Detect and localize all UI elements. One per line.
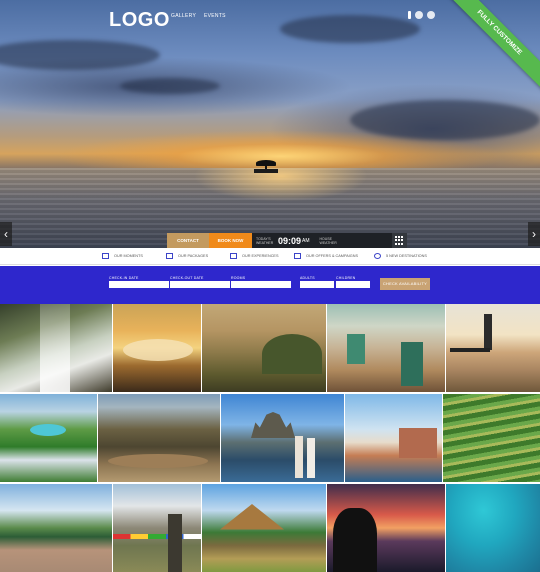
gallery-photo-angkor[interactable]	[221, 394, 344, 482]
feature-experiences[interactable]: OUR EXPERIENCES	[230, 253, 294, 259]
destinations-icon	[374, 253, 381, 259]
gallery-photo-waterfall[interactable]	[0, 304, 112, 392]
clock-time: 09:09	[278, 235, 302, 246]
experiences-icon	[230, 253, 237, 259]
gallery-photo-street-shops[interactable]	[327, 304, 445, 392]
grid-menu-icon[interactable]	[392, 233, 407, 248]
checkin-field: CHECK-IN DATE	[109, 276, 169, 288]
feature-packages[interactable]: OUR PACKAGES	[166, 253, 230, 259]
contact-button[interactable]: CONTACT	[167, 233, 209, 248]
feature-offers[interactable]: OUR OFFERS & CAMPAIGNS	[294, 253, 374, 259]
user-icon[interactable]	[415, 11, 423, 19]
chevron-right-icon[interactable]: ›	[528, 222, 540, 246]
divider-icon	[408, 11, 411, 19]
checkin-input[interactable]	[109, 281, 169, 288]
cloud-shape	[0, 40, 160, 70]
feature-links: OUR MOMENTS OUR PACKAGES OUR EXPERIENCES…	[0, 248, 540, 265]
hero-banner: LOGO GALLERY EVENTS FULLY CUSTOMIZE ‹ › …	[0, 0, 540, 248]
nav-gallery[interactable]: GALLERY	[171, 13, 196, 19]
cloud-shape	[350, 100, 540, 140]
cloud-shape	[120, 78, 220, 94]
availability-search-bar: CHECK-IN DATE CHECK-OUT DATE ROOMS ADULT…	[0, 266, 540, 304]
gallery-photo-sunset-photographer[interactable]	[327, 484, 445, 572]
booking-bar: CONTACT BOOK NOW TODAY'S WEATHER 09:09 A…	[167, 233, 407, 248]
adults-input[interactable]	[300, 281, 334, 288]
gallery-photo-turquoise-sea[interactable]	[446, 484, 540, 572]
weather-label: HOUSE WEATHER	[319, 236, 337, 245]
packages-icon	[166, 253, 173, 259]
gallery-photo-colonial-hotel[interactable]	[345, 394, 442, 482]
checkout-field: CHECK-OUT DATE	[170, 276, 230, 288]
gallery-photo-river-mountains[interactable]	[0, 484, 112, 572]
children-input[interactable]	[336, 281, 370, 288]
checkout-input[interactable]	[170, 281, 230, 288]
gallery-photo-sunset-valley[interactable]	[113, 304, 201, 392]
adults-field: ADULTS	[300, 276, 334, 288]
boat-silhouette	[254, 160, 278, 174]
site-logo[interactable]: LOGO	[109, 9, 170, 32]
chevron-left-icon[interactable]: ‹	[0, 222, 12, 246]
gallery-photo-canyon[interactable]	[98, 394, 220, 482]
check-availability-button[interactable]: CHECK AVAILABILITY	[380, 278, 430, 290]
clock-ampm: AM	[302, 237, 310, 244]
gallery-photo-thatched-pavilion[interactable]	[202, 484, 326, 572]
book-now-button[interactable]: BOOK NOW	[209, 233, 252, 248]
rooms-input[interactable]	[231, 281, 291, 288]
gallery-photo-rice-terraces[interactable]	[443, 394, 540, 482]
today-label: TODAY'S WEATHER	[256, 236, 274, 245]
feature-moments[interactable]: OUR MOMENTS	[102, 253, 166, 259]
gallery-photo-prayer-flags[interactable]	[113, 484, 201, 572]
children-field: CHILDREN	[336, 276, 370, 288]
feature-destinations[interactable]: 5 NEW DESTINATIONS	[374, 253, 438, 259]
photo-gallery	[0, 304, 540, 572]
offers-icon	[294, 253, 301, 259]
gallery-photo-temples-plain[interactable]	[202, 304, 326, 392]
moments-icon	[102, 253, 109, 259]
time-weather-box: TODAY'S WEATHER 09:09 AM HOUSE WEATHER	[252, 233, 392, 248]
gallery-photo-garden[interactable]	[0, 394, 97, 482]
fully-customize-ribbon: FULLY CUSTOMIZE	[439, 0, 540, 93]
globe-icon[interactable]	[427, 11, 435, 19]
cloud-shape	[280, 15, 420, 43]
header-icons	[408, 11, 435, 19]
rooms-field: ROOMS	[231, 276, 291, 288]
nav-events[interactable]: EVENTS	[204, 13, 226, 19]
gallery-photo-fisherman[interactable]	[446, 304, 540, 392]
